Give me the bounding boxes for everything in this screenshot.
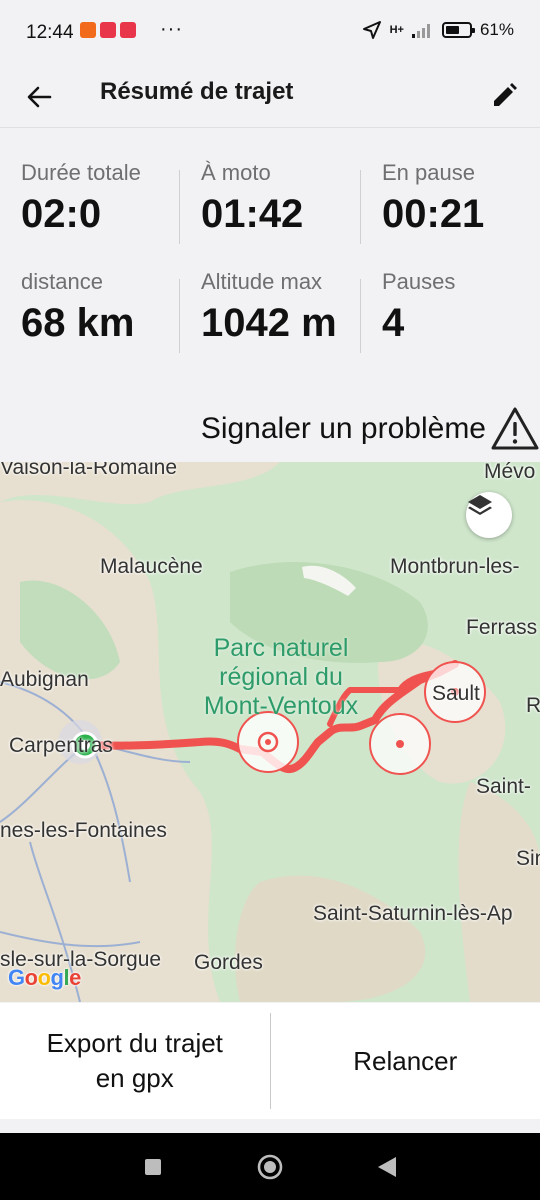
stat-value: 68 km: [21, 301, 135, 345]
home-button[interactable]: [256, 1153, 284, 1181]
map-place-label: Saint-: [476, 775, 531, 798]
map-place-label: nes-les-Fontaines: [0, 819, 167, 842]
map-place-label: Ferrass: [466, 616, 538, 639]
stat-value: 1042 m: [201, 301, 337, 345]
stat-value: 02:0: [21, 192, 102, 236]
map-place-label: R: [526, 694, 540, 717]
stat-label: Altitude max: [201, 269, 323, 294]
google-logo: Google: [8, 965, 81, 991]
layers-icon: [468, 495, 492, 515]
export-label-line2: en gpx: [95, 1063, 174, 1093]
stats-row: distance 68 km Altitude max 1042 m Pause…: [0, 269, 540, 378]
google-letter: g: [50, 965, 64, 990]
stat-label: Pauses: [382, 269, 456, 294]
google-letter: e: [69, 965, 81, 990]
google-letter: o: [24, 965, 38, 990]
map-place-label: Vaison-la-Romaine: [0, 462, 178, 479]
export-gpx-button[interactable]: Export du trajet en gpx: [0, 1003, 270, 1119]
park-label: Parc naturel régional du Mont-Ventoux: [203, 634, 359, 720]
map-place-label: Aubignan: [0, 668, 89, 691]
map-place-label: Sin: [516, 847, 540, 870]
divider: [179, 170, 180, 244]
app-bar: Résumé de trajet: [0, 66, 540, 128]
gift-notification-icon: [120, 22, 136, 38]
map-place-label: Mévo: [484, 462, 536, 483]
export-label-line1: Export du trajet: [46, 1028, 223, 1058]
map-place-label: Carpentras: [9, 734, 113, 757]
stat-value: 01:42: [201, 192, 304, 236]
stat-total-duration: Durée totale 02:0: [21, 160, 141, 237]
trip-stats: Durée totale 02:0 À moto 01:42 En pause …: [0, 160, 540, 378]
stat-pause-time: En pause 00:21: [382, 160, 484, 237]
status-bar: 12:44 ··· H+ 61%: [0, 0, 540, 66]
map-place-label: Saint-Saturnin-lès-Ap: [313, 902, 513, 925]
page-title: Résumé de trajet: [100, 78, 294, 105]
report-problem-button[interactable]: Signaler un problème: [201, 404, 540, 454]
battery-percent: 61%: [479, 20, 514, 39]
map-place-label: Montbrun-les-: [390, 555, 520, 578]
relaunch-label: Relancer: [353, 1045, 458, 1076]
notification-icons: [80, 22, 136, 38]
status-indicators: H+ 61%: [362, 20, 514, 40]
gift-notification-icon: [100, 22, 116, 38]
stat-riding-time: À moto 01:42: [201, 160, 303, 237]
status-time: 12:44: [26, 22, 74, 43]
report-problem-label: Signaler un problème: [200, 412, 486, 445]
map-place-label: Malaucène: [100, 555, 203, 578]
map-place-label: Gordes: [194, 951, 263, 974]
actions-bar: Export du trajet en gpx Relancer: [0, 1003, 540, 1119]
arrow-left-icon: [27, 86, 52, 108]
stat-label: distance: [21, 269, 103, 294]
signal-icon: [411, 24, 430, 38]
stat-max-altitude: Altitude max 1042 m: [201, 269, 337, 346]
battery-level: [445, 26, 459, 34]
divider: [179, 279, 180, 353]
circle-icon: [257, 1154, 283, 1180]
back-button[interactable]: [20, 78, 58, 116]
back-nav-button[interactable]: [373, 1153, 401, 1181]
shop-notification-icon: [80, 22, 96, 38]
stat-value: 00:21: [382, 192, 485, 236]
google-letter: G: [8, 965, 25, 990]
stat-value: 4: [382, 301, 405, 345]
stat-distance: distance 68 km: [21, 269, 134, 346]
pause-marker[interactable]: [237, 711, 299, 773]
location-icon: [362, 21, 381, 39]
battery-icon: [441, 22, 475, 38]
map-layers-button[interactable]: [466, 492, 512, 538]
divider: [360, 279, 361, 353]
google-letter: o: [37, 965, 51, 990]
route-map[interactable]: Vaison-la-Romaine Mévo Malaucène Montbru…: [0, 462, 540, 1002]
relaunch-button[interactable]: Relancer: [271, 1003, 540, 1119]
recents-button[interactable]: [139, 1153, 167, 1181]
warning-icon: [491, 407, 539, 450]
stat-label: Durée totale: [21, 160, 141, 185]
stat-label: À moto: [201, 160, 271, 185]
network-type: H+: [389, 24, 404, 36]
edit-button[interactable]: [484, 76, 524, 116]
system-nav-bar: [0, 1133, 540, 1200]
map-place-label: Sault: [432, 682, 480, 705]
more-notifications-icon: ···: [160, 18, 183, 40]
triangle-back-icon: [378, 1157, 396, 1177]
stat-label: En pause: [382, 160, 475, 185]
divider: [360, 170, 361, 244]
pencil-icon: [494, 83, 517, 106]
square-icon: [145, 1159, 161, 1175]
stats-row: Durée totale 02:0 À moto 01:42 En pause …: [0, 160, 540, 269]
pause-marker[interactable]: [369, 713, 431, 775]
stat-pauses: Pauses 4: [382, 269, 455, 346]
